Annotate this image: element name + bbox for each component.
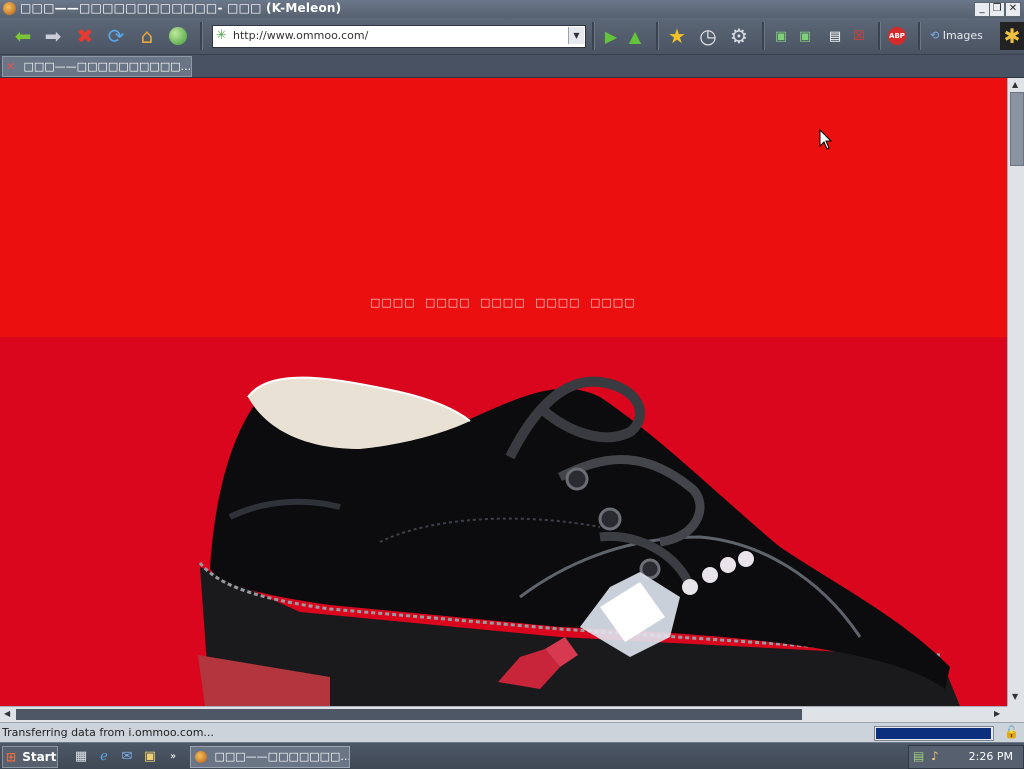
network-icon[interactable]: ▤ (913, 749, 924, 763)
history-button[interactable]: ◷ (695, 23, 721, 49)
outlook-icon[interactable]: ✉ (118, 747, 136, 765)
new-tab-button[interactable]: ▣ (792, 23, 818, 49)
scrollbar-corner (1007, 706, 1024, 722)
new-window-button[interactable]: ▣ (768, 23, 794, 49)
home-button[interactable]: ⌂ (134, 23, 160, 49)
security-icon: 🔓 (1004, 725, 1019, 739)
layers-icon: ▤ (828, 28, 842, 44)
tab-label: □□□——□□□□□□□□□□... (23, 60, 192, 73)
maximize-button[interactable]: ❐ (989, 2, 1005, 17)
tab-bar: ✕ □□□——□□□□□□□□□□... (0, 55, 1024, 78)
progress-bar (874, 726, 994, 741)
back-arrow-icon: ⬅ (14, 24, 32, 48)
start-label: Start (22, 750, 57, 764)
adblock-button[interactable]: ABP (884, 23, 910, 49)
page-viewport: □□□□ □□□□ □□□□ □□□□ □□□□ (0, 78, 1007, 706)
adblock-icon: ABP (888, 27, 906, 45)
horizontal-scroll-thumb[interactable] (16, 709, 802, 720)
close-tab-icon: ☒ (853, 28, 865, 44)
page-header-banner: □□□□ □□□□ □□□□ □□□□ □□□□ (0, 78, 1007, 337)
throbber-icon: ✱ (1000, 22, 1024, 50)
internet-explorer-icon[interactable]: ℯ (95, 747, 113, 765)
tab-favicon-icon: ✕ (6, 60, 16, 73)
globe-icon (169, 27, 187, 45)
go-arrow-icon: ▶ (604, 26, 618, 46)
system-tray: ▤ ♪ 2:26 PM (908, 745, 1024, 769)
images-label: Images (942, 29, 983, 42)
reload-button[interactable]: ⟳ (103, 23, 129, 49)
explorer-icon[interactable]: ▣ (141, 747, 159, 765)
windows-logo-icon: ⊞ (6, 750, 17, 764)
scroll-right-arrow-icon[interactable]: ▶ (994, 709, 1000, 718)
taskbar: ⊞ Start ▦ ℯ ✉ ▣ » □□□——□□□□□□□... ▤ ♪ 2:… (0, 742, 1024, 769)
minimize-button[interactable]: _ (974, 2, 990, 17)
shoe-image (198, 376, 960, 706)
web-button[interactable] (165, 23, 191, 49)
status-bar: Transferring data from i.ommoo.com... 🔓 (0, 722, 1024, 743)
close-window-button[interactable]: ✕ (1005, 2, 1021, 17)
title-bar: □□□——□□□□□□□□□□□□- □□□ (K-Meleon) _ ❐ ✕ (0, 0, 1024, 18)
horizontal-scrollbar[interactable]: ◀ ▶ (0, 706, 1007, 723)
images-icon: ⟲ (930, 29, 940, 42)
forward-button[interactable]: ➡ (40, 23, 66, 49)
back-button[interactable]: ⬅ (10, 23, 36, 49)
show-desktop-icon[interactable]: ▦ (72, 747, 90, 765)
taskbar-item-label: □□□——□□□□□□□... (214, 750, 350, 763)
nav-link-5[interactable]: □□□□ (590, 296, 636, 309)
forward-arrow-icon: ➡ (44, 24, 62, 48)
volume-icon[interactable]: ♪ (931, 749, 939, 763)
k-meleon-task-icon (195, 751, 207, 763)
loading-spinner-icon: ✳ (216, 28, 227, 43)
images-toggle[interactable]: ⟲ Images (930, 29, 983, 42)
nav-link-3[interactable]: □□□□ (480, 296, 526, 309)
scroll-up-arrow-icon[interactable]: ▲ (1012, 80, 1018, 89)
vertical-scrollbar[interactable]: ▲ ▼ (1007, 78, 1024, 706)
nav-link-1[interactable]: □□□□ (370, 296, 416, 309)
stop-button[interactable]: ✖ (72, 23, 98, 49)
bookmarks-button[interactable]: ★ (664, 23, 690, 49)
up-button[interactable]: ▲ (622, 23, 648, 49)
navigation-toolbar: ⬅ ➡ ✖ ⟳ ⌂ ✳ ▼ ▶ ▲ ★ ◷ ⚙ ▣ ▣ ▤ ☒ ABP ⟲ Im… (0, 18, 1024, 55)
hero-image[interactable] (0, 337, 1007, 706)
tab-icon: ▣ (798, 28, 812, 44)
gear-icon: ⚙ (730, 24, 748, 48)
home-icon: ⌂ (140, 24, 154, 48)
mouse-cursor-icon (819, 129, 833, 150)
url-bar[interactable]: ✳ ▼ (212, 25, 586, 48)
quicklaunch-more-icon[interactable]: » (164, 747, 182, 765)
up-arrow-icon: ▲ (628, 26, 642, 46)
nav-link-4[interactable]: □□□□ (535, 296, 581, 309)
scroll-left-arrow-icon[interactable]: ◀ (4, 709, 10, 718)
vertical-scroll-thumb[interactable] (1010, 92, 1024, 166)
scroll-down-arrow-icon[interactable]: ▼ (1012, 692, 1018, 701)
stop-icon: ✖ (76, 24, 94, 48)
tab-current[interactable]: ✕ □□□——□□□□□□□□□□... (2, 56, 192, 77)
nav-link-2[interactable]: □□□□ (425, 296, 471, 309)
k-meleon-logo-icon (3, 2, 16, 15)
clock-icon: ◷ (699, 24, 717, 48)
url-input[interactable] (233, 27, 563, 44)
close-tab-button[interactable]: ☒ (846, 23, 872, 49)
window-icon: ▣ (774, 28, 788, 44)
reload-icon: ⟳ (107, 24, 125, 48)
star-icon: ★ (668, 24, 686, 48)
taskbar-item-k-meleon[interactable]: □□□——□□□□□□□... (190, 746, 350, 768)
layers-button[interactable]: ▤ (822, 23, 848, 49)
preferences-button[interactable]: ⚙ (726, 23, 752, 49)
clock[interactable]: 2:26 PM (969, 750, 1013, 763)
url-history-dropdown[interactable]: ▼ (568, 27, 584, 44)
window-title: □□□——□□□□□□□□□□□□- □□□ (K-Meleon) (20, 1, 342, 15)
go-button[interactable]: ▶ (598, 23, 624, 49)
status-text: Transferring data from i.ommoo.com... (2, 726, 214, 739)
progress-fill (876, 728, 991, 739)
start-button[interactable]: ⊞ Start (2, 746, 58, 768)
